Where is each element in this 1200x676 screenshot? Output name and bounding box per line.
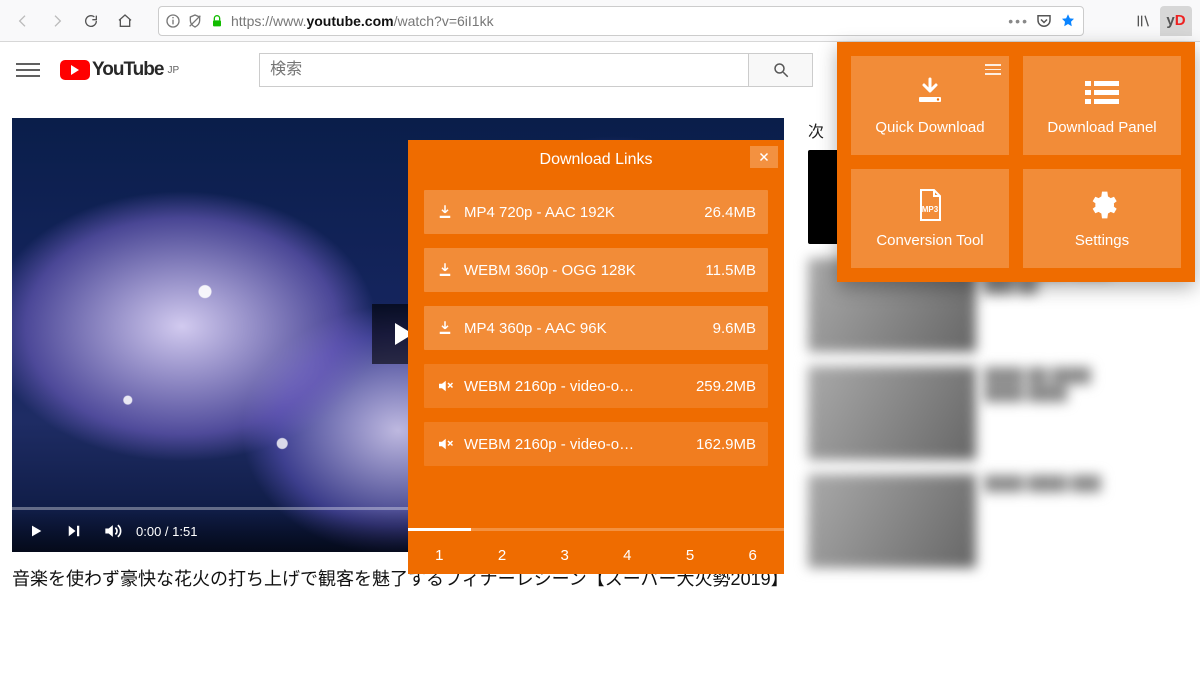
download-page-1[interactable]: 1	[408, 528, 471, 574]
download-panel-header: Download Links	[408, 140, 784, 180]
download-icon	[436, 319, 454, 337]
nav-forward-button[interactable]	[42, 6, 72, 36]
video-thumbnail	[808, 474, 976, 568]
next-button[interactable]	[64, 521, 84, 541]
download-page-2[interactable]: 2	[471, 528, 534, 574]
mp3-file-icon: MP3	[913, 188, 947, 222]
extension-yd-button[interactable]: yD	[1160, 6, 1192, 36]
close-icon	[758, 151, 770, 163]
ext-tile-conversion-tool[interactable]: MP3 Conversion Tool	[851, 169, 1009, 268]
ext-tile-label: Settings	[1075, 232, 1129, 249]
download-format: MP4 360p - AAC 96K	[464, 320, 703, 337]
ext-tile-label: Quick Download	[875, 119, 984, 136]
youtube-search	[259, 53, 813, 87]
download-panel-pager: 123456	[408, 528, 784, 574]
ext-tile-settings[interactable]: Settings	[1023, 169, 1181, 268]
youtube-logo-text: YouTube	[92, 59, 163, 81]
download-option-1[interactable]: WEBM 360p - OGG 128K 11.5MB	[424, 248, 768, 292]
browser-navbar: https://www.youtube.com/watch?v=6iI1kk •…	[0, 0, 1200, 42]
library-icon	[1135, 13, 1151, 29]
arrow-right-icon	[49, 13, 65, 29]
gear-icon	[1086, 189, 1118, 221]
download-option-4[interactable]: WEBM 2160p - video-o… 162.9MB	[424, 422, 768, 466]
youtube-play-icon	[60, 60, 90, 80]
home-icon	[117, 13, 133, 29]
reload-icon	[83, 13, 99, 29]
download-page-5[interactable]: 5	[659, 528, 722, 574]
nav-home-button[interactable]	[110, 6, 140, 36]
ext-tile-download-panel[interactable]: Download Panel	[1023, 56, 1181, 155]
url-text: https://www.youtube.com/watch?v=6iI1kk	[231, 13, 1002, 29]
volume-button[interactable]	[102, 521, 122, 541]
ext-tile-label: Conversion Tool	[876, 232, 983, 249]
svg-text:MP3: MP3	[922, 205, 939, 214]
ext-tile-quick-download[interactable]: Quick Download	[851, 56, 1009, 155]
list-icon	[1085, 79, 1119, 105]
download-icon	[913, 77, 947, 107]
download-links-panel: Download Links MP4 720p - AAC 192K 26.4MB…	[408, 140, 784, 574]
extension-popup: Quick Download Download Panel MP3 Conversio…	[837, 42, 1195, 282]
download-size: 26.4MB	[704, 204, 756, 221]
pocket-icon[interactable]	[1035, 12, 1053, 30]
arrow-left-icon	[15, 13, 31, 29]
sidebar-video-2[interactable]: ████ ██ ████████ ████	[808, 366, 1184, 460]
download-size: 9.6MB	[713, 320, 756, 337]
download-size: 162.9MB	[696, 436, 756, 453]
download-format: MP4 720p - AAC 192K	[464, 204, 694, 221]
lock-icon	[209, 13, 225, 29]
download-option-2[interactable]: MP4 360p - AAC 96K 9.6MB	[424, 306, 768, 350]
nav-back-button[interactable]	[8, 6, 38, 36]
youtube-logo[interactable]: YouTube JP	[60, 59, 179, 81]
play-button[interactable]	[26, 521, 46, 541]
download-panel-title: Download Links	[540, 151, 653, 169]
download-size: 11.5MB	[705, 262, 756, 279]
sidebar-video-3[interactable]: ████ ████ ███	[808, 474, 1184, 568]
download-page-6[interactable]: 6	[721, 528, 784, 574]
download-format: WEBM 2160p - video-o…	[464, 378, 686, 395]
mute-icon	[436, 377, 454, 395]
ext-tile-label: Download Panel	[1047, 119, 1156, 136]
download-icon	[436, 203, 454, 221]
mute-icon	[436, 435, 454, 453]
download-option-0[interactable]: MP4 720p - AAC 192K 26.4MB	[424, 190, 768, 234]
download-page-4[interactable]: 4	[596, 528, 659, 574]
download-format: WEBM 360p - OGG 128K	[464, 262, 695, 279]
download-format: WEBM 2160p - video-o…	[464, 436, 686, 453]
url-bar[interactable]: https://www.youtube.com/watch?v=6iI1kk •…	[158, 6, 1084, 36]
info-icon	[165, 13, 181, 29]
search-input[interactable]	[259, 53, 749, 87]
player-time: 0:00 / 1:51	[136, 524, 197, 539]
download-icon	[436, 261, 454, 279]
nav-reload-button[interactable]	[76, 6, 106, 36]
download-page-3[interactable]: 3	[533, 528, 596, 574]
search-button[interactable]	[749, 53, 813, 87]
download-option-3[interactable]: WEBM 2160p - video-o… 259.2MB	[424, 364, 768, 408]
menu-button[interactable]	[16, 58, 40, 82]
tile-menu-icon	[985, 64, 1001, 75]
page-actions-button[interactable]: •••	[1008, 13, 1029, 29]
library-button[interactable]	[1128, 6, 1158, 36]
video-thumbnail	[808, 366, 976, 460]
youtube-region: JP	[167, 65, 179, 76]
download-size: 259.2MB	[696, 378, 756, 395]
download-panel-close[interactable]	[750, 146, 778, 168]
search-icon	[772, 61, 790, 79]
bookmark-star-icon[interactable]	[1059, 12, 1077, 30]
shield-slash-icon	[187, 13, 203, 29]
